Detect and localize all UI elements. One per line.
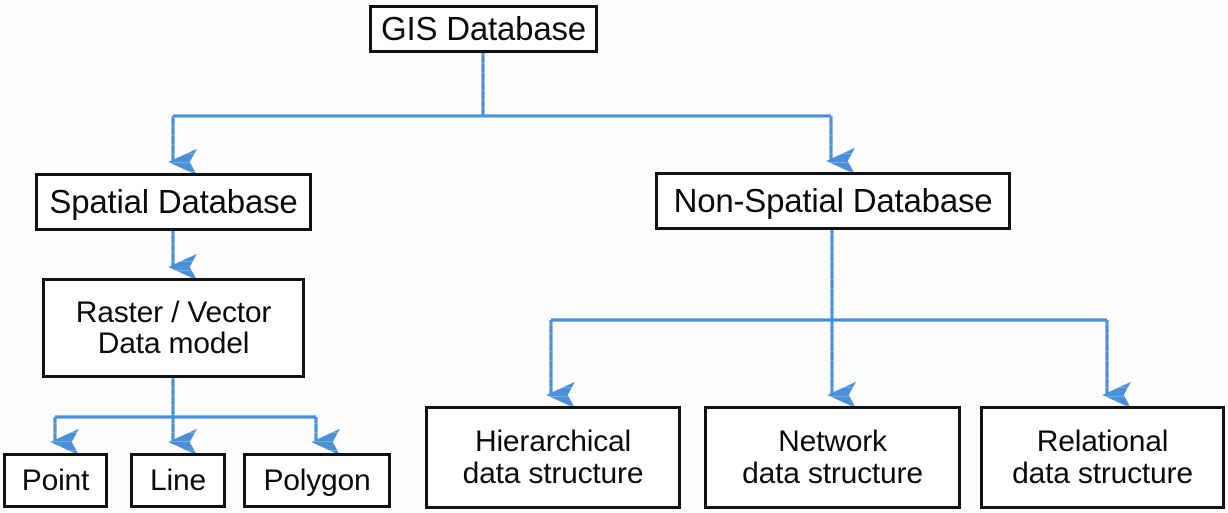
diagram-canvas: GIS Database Spatial Database Non-Spatia… [0, 0, 1228, 513]
node-spatial-database[interactable]: Spatial Database [35, 173, 312, 231]
node-relational-data-structure[interactable]: Relational data structure [980, 406, 1225, 509]
node-line[interactable]: Line [130, 453, 226, 508]
node-raster-vector-data-model[interactable]: Raster / Vector Data model [42, 278, 305, 378]
node-polygon[interactable]: Polygon [243, 453, 391, 508]
node-hierarchical-data-structure[interactable]: Hierarchical data structure [425, 406, 681, 509]
node-non-spatial-database[interactable]: Non-Spatial Database [655, 172, 1011, 230]
node-gis-database[interactable]: GIS Database [369, 5, 598, 53]
node-network-data-structure[interactable]: Network data structure [704, 406, 961, 509]
node-point[interactable]: Point [3, 453, 108, 508]
